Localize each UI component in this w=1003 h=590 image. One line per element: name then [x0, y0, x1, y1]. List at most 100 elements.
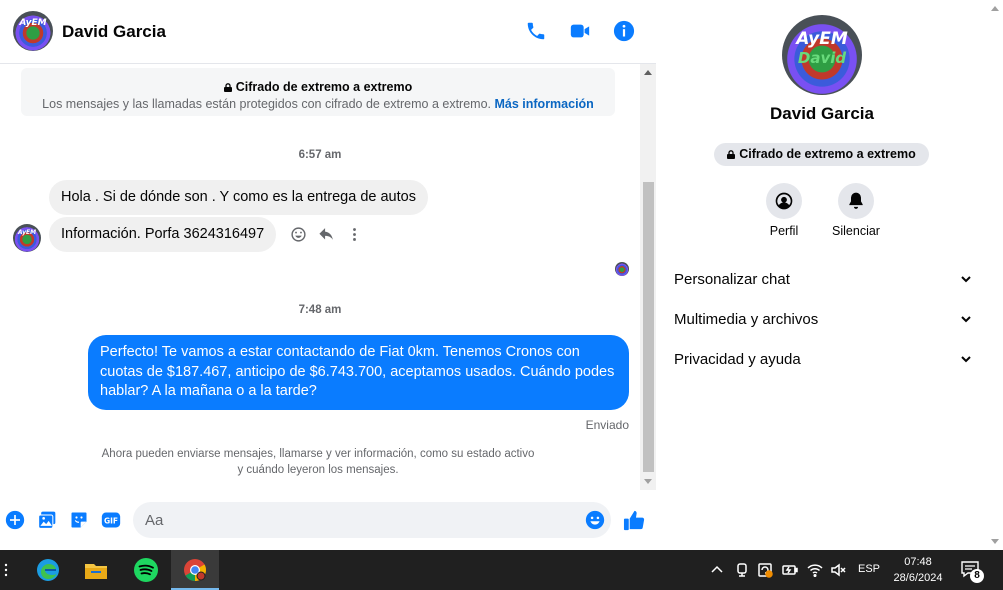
chrome-icon	[184, 559, 206, 581]
incoming-message[interactable]: Hola . Si de dónde son . Y como es la en…	[49, 180, 428, 215]
mute-button[interactable]: Silenciar	[824, 183, 888, 238]
message-timestamp: 7:48 am	[298, 304, 342, 316]
photo-icon	[38, 511, 56, 529]
clock-time: 07:48	[904, 556, 932, 568]
profile-button[interactable]: Perfil	[752, 183, 816, 238]
e2e-title-text: Cifrado de extremo a extremo	[235, 80, 413, 94]
scroll-down-arrow[interactable]	[644, 479, 652, 484]
e2e-pill[interactable]: Cifrado de extremo a extremo	[714, 143, 929, 166]
outgoing-message[interactable]: Perfecto! Te vamos a estar contactando d…	[88, 335, 629, 410]
smiley-icon	[290, 226, 306, 242]
vertical-dots-icon	[4, 563, 8, 577]
panel-contact-name: David Garcia	[770, 104, 874, 123]
input-language[interactable]: ESP	[858, 563, 880, 575]
attach-photo-button[interactable]	[36, 509, 58, 531]
section-label: Personalizar chat	[674, 271, 790, 288]
chevron-up-icon	[711, 565, 723, 573]
e2e-banner: Cifrado de extremo a extremo Los mensaje…	[21, 68, 615, 116]
network-status[interactable]	[807, 562, 823, 578]
privacy-help-section[interactable]: Privacidad y ayuda	[674, 347, 974, 371]
user-circle-icon	[775, 192, 793, 210]
lock-icon	[727, 150, 736, 159]
tray-app-icon[interactable]	[757, 562, 773, 578]
video-call-button[interactable]	[567, 18, 593, 44]
gif-icon: GIF	[101, 512, 121, 528]
edge-icon	[37, 559, 59, 581]
taskbar-chrome[interactable]	[171, 550, 219, 590]
seen-receipt-avatar	[615, 262, 629, 276]
message-list[interactable]: Cifrado de extremo a extremo Los mensaje…	[0, 64, 640, 490]
scroll-up-arrow[interactable]	[644, 70, 652, 75]
taskbar-overflow[interactable]	[0, 550, 12, 590]
webcam-icon	[737, 563, 747, 577]
message-input[interactable]	[145, 502, 575, 538]
media-files-section[interactable]: Multimedia y archivos	[674, 307, 974, 331]
more-actions-button[interactable]	[4, 509, 26, 531]
conversation-info-button[interactable]	[611, 18, 637, 44]
battery-status[interactable]	[782, 562, 798, 578]
phone-icon	[527, 22, 545, 40]
clock-date: 28/6/2024	[893, 572, 943, 584]
video-camera-icon	[570, 24, 590, 38]
chat-header: AyEM David Garcia	[0, 0, 656, 64]
avatar-text: AyEM	[796, 29, 848, 50]
e2e-banner-title: Cifrado de extremo a extremo	[21, 80, 615, 94]
section-label: Privacidad y ayuda	[674, 351, 801, 368]
reply-button[interactable]	[316, 224, 336, 244]
voice-call-button[interactable]	[523, 18, 549, 44]
customize-chat-section[interactable]: Personalizar chat	[674, 267, 974, 291]
info-note: Ahora pueden enviarse mensajes, llamarse…	[101, 448, 535, 476]
section-label: Multimedia y archivos	[674, 311, 819, 328]
volume-control[interactable]	[830, 562, 846, 578]
chevron-down-icon	[961, 356, 971, 363]
chevron-down-icon	[961, 276, 971, 283]
scroll-up-arrow[interactable]	[991, 6, 999, 11]
avatar-subtext: David	[797, 48, 847, 67]
wifi-icon	[807, 564, 823, 578]
bell-icon	[849, 192, 863, 209]
info-icon	[613, 20, 635, 42]
chat-column: AyEM David Garcia Cifrado de extremo a e…	[0, 0, 656, 550]
file-explorer-icon	[85, 564, 107, 579]
sticker-button[interactable]	[68, 509, 90, 531]
update-icon	[758, 563, 773, 578]
show-hidden-icons-button[interactable]	[709, 562, 725, 578]
taskbar-edge[interactable]	[24, 550, 72, 590]
e2e-pill-text: Cifrado de extremo a extremo	[739, 147, 916, 161]
avatar-text: AyEM	[19, 18, 47, 29]
tray-app-icon[interactable]	[734, 562, 750, 578]
gif-button[interactable]: GIF	[100, 509, 122, 531]
battery-charging-icon	[782, 565, 798, 575]
contact-name[interactable]: David Garcia	[62, 22, 166, 42]
profile-button-circle[interactable]	[766, 183, 802, 219]
more-options-button[interactable]	[344, 224, 364, 244]
plus-circle-icon	[5, 510, 25, 530]
vertical-dots-icon	[352, 227, 356, 241]
incoming-message[interactable]: Información. Porfa 3624316497	[49, 217, 277, 252]
lock-icon	[223, 83, 232, 92]
spotify-icon	[134, 558, 158, 582]
message-input-wrapper	[133, 502, 611, 538]
react-button[interactable]	[288, 224, 308, 244]
taskbar-spotify[interactable]	[122, 550, 170, 590]
mute-button-circle[interactable]	[838, 183, 874, 219]
chevron-down-icon	[961, 316, 971, 323]
profile-label: Perfil	[769, 224, 799, 238]
notification-count-badge: 8	[970, 569, 984, 583]
panel-avatar[interactable]: AyEM David	[782, 15, 862, 95]
conversation-info-panel: AyEM David David Garcia Cifrado de extre…	[657, 0, 987, 550]
e2e-banner-subtitle: Los mensajes y las llamadas están proteg…	[21, 97, 615, 111]
scroll-down-arrow[interactable]	[991, 539, 999, 544]
thumbs-up-icon	[623, 510, 644, 530]
avatar-text: AyEM	[17, 229, 37, 237]
contact-avatar[interactable]: AyEM	[13, 11, 53, 51]
like-button[interactable]	[622, 508, 646, 532]
sender-avatar[interactable]: AyEM	[13, 224, 41, 252]
system-clock[interactable]: 07:48 28/6/2024	[888, 554, 948, 586]
chat-scrollbar[interactable]	[640, 64, 656, 490]
scroll-thumb[interactable]	[643, 182, 654, 472]
taskbar-file-explorer[interactable]	[72, 550, 120, 590]
emoji-button[interactable]	[585, 510, 605, 530]
more-info-link[interactable]: Más información	[495, 97, 594, 111]
panel-scrollbar[interactable]	[987, 0, 1003, 550]
